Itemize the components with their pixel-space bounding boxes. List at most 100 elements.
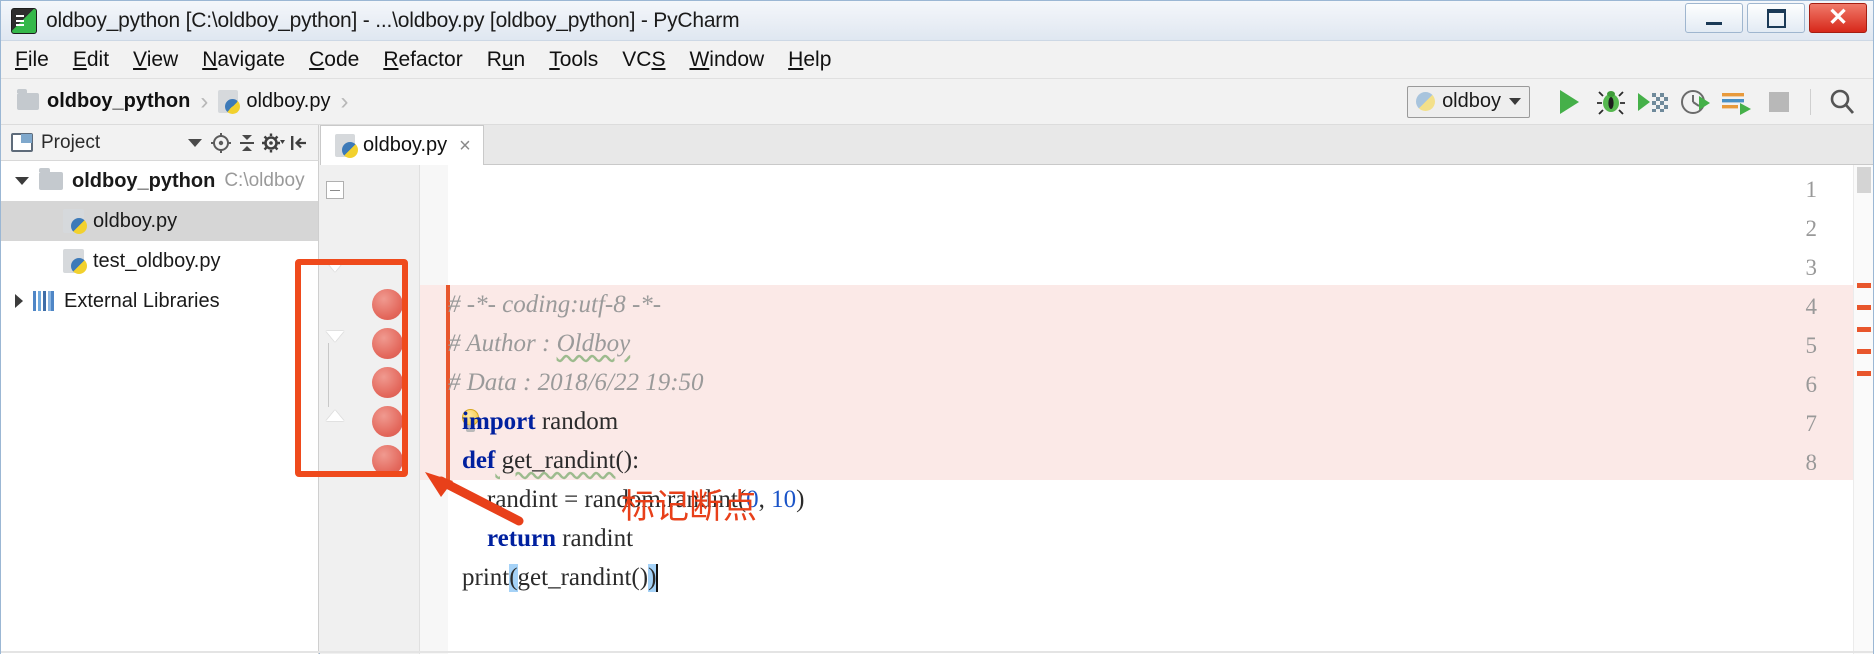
breakpoint-marker-line-7[interactable] <box>372 406 403 437</box>
code-token-keyword: import <box>462 407 536 435</box>
profile-clock-icon <box>1681 89 1710 114</box>
code-line-2: # Author : Oldboy <box>448 324 1873 363</box>
code-token: # Author : <box>448 329 557 357</box>
project-panel-title[interactable]: Project <box>41 132 100 154</box>
run-configuration-selector[interactable]: oldboy <box>1407 85 1530 118</box>
collapse-all-icon[interactable] <box>234 130 260 156</box>
menu-item-vcs[interactable]: VCS <box>622 48 665 72</box>
maximize-button[interactable] <box>1747 3 1805 33</box>
hide-panel-icon[interactable] <box>286 130 312 156</box>
tree-label: oldboy_python <box>72 169 216 192</box>
python-file-icon <box>63 249 87 274</box>
bug-icon <box>1597 90 1625 115</box>
locate-icon[interactable] <box>208 130 234 156</box>
project-tree[interactable]: oldboy_python C:\oldboy oldboy.py test_o… <box>1 161 319 654</box>
python-file-icon <box>335 134 358 158</box>
fold-marker-line-5[interactable] <box>326 331 344 343</box>
breakpoint-marker-line-5[interactable] <box>372 328 403 359</box>
callout-arrow <box>425 472 524 526</box>
run-console-button[interactable] <box>1716 84 1758 120</box>
run-button[interactable] <box>1548 84 1590 120</box>
code-line-5: def get_randint (): <box>462 441 1873 480</box>
marker-change-2[interactable] <box>1857 305 1871 310</box>
window-controls: ✕ <box>1685 1 1873 40</box>
menu-item-refactor[interactable]: Refactor <box>383 48 462 72</box>
close-button[interactable]: ✕ <box>1809 3 1867 33</box>
marker-change-1[interactable] <box>1857 283 1871 288</box>
menu-item-window[interactable]: Window <box>689 48 764 72</box>
breakpoint-marker-line-8[interactable] <box>372 445 403 476</box>
pycharm-window: oldboy_python [C:\oldboy_python] - ...\o… <box>0 0 1874 654</box>
tree-row-oldboy-py[interactable]: oldboy.py <box>1 201 318 241</box>
code-line-8: print(get_randint()) <box>462 558 1873 597</box>
run-configuration-label: oldboy <box>1442 90 1501 112</box>
breadcrumb-separator-1: › <box>200 87 209 115</box>
breadcrumb-project[interactable]: oldboy_python <box>47 90 190 113</box>
tab-oldboy-py[interactable]: oldboy.py × <box>320 125 484 165</box>
menu-item-help[interactable]: Help <box>788 48 831 72</box>
debug-button[interactable] <box>1590 84 1632 120</box>
stop-button[interactable] <box>1758 84 1800 120</box>
editor-tab-strip: oldboy.py × <box>320 125 1873 165</box>
breadcrumb-file[interactable]: oldboy.py <box>246 90 330 113</box>
tree-label: External Libraries <box>64 289 220 312</box>
code-token-typo: Oldboy <box>556 329 631 357</box>
minimize-button[interactable] <box>1685 3 1743 33</box>
code-editor[interactable]: 1 2 3 4 5 6 7 8 # -*- coding:utf-8 -*- #… <box>320 165 1873 654</box>
code-line-1: # -*- coding:utf-8 -*- <box>448 285 1873 324</box>
status-bar <box>1 651 1873 653</box>
breadcrumb-separator-2: › <box>340 87 349 115</box>
fold-marker-line-1[interactable] <box>326 181 344 199</box>
fold-region-line <box>328 343 329 407</box>
settings-gear-icon[interactable] <box>260 130 286 156</box>
marker-change-5[interactable] <box>1857 371 1871 376</box>
code-token: random <box>535 407 619 435</box>
window-title: oldboy_python [C:\oldboy_python] - ...\o… <box>46 8 740 32</box>
main-toolbar: oldboy <box>1407 84 1873 120</box>
line-number: 1 <box>1805 177 1818 202</box>
menu-item-file[interactable]: File <box>15 48 49 72</box>
tree-row-oldboy-python[interactable]: oldboy_python C:\oldboy <box>1 161 318 201</box>
code-line-4: import random <box>462 402 1873 441</box>
project-icon <box>11 133 33 152</box>
menu-item-view[interactable]: View <box>133 48 178 72</box>
code-token-bracket-close: ) <box>648 563 657 592</box>
collapse-dropdown-icon[interactable] <box>182 130 208 156</box>
text-caret <box>656 563 659 592</box>
title-bar: oldboy_python [C:\oldboy_python] - ...\o… <box>1 1 1873 41</box>
code-token: randint <box>555 524 634 552</box>
tree-row-external-libraries[interactable]: External Libraries <box>1 281 318 321</box>
breadcrumb: oldboy_python › oldboy.py › <box>17 88 358 116</box>
menu-item-run[interactable]: Run <box>487 48 526 72</box>
menu-item-navigate[interactable]: Navigate <box>202 48 285 72</box>
menu-item-tools[interactable]: Tools <box>549 48 598 72</box>
code-line-3: # Data : 2018/6/22 19:50 <box>448 363 1873 402</box>
run-coverage-button[interactable] <box>1632 84 1674 120</box>
fold-marker-end[interactable] <box>326 409 344 421</box>
code-token: # -*- coding:utf-8 -*- <box>448 290 662 318</box>
menu-item-edit[interactable]: Edit <box>73 48 109 72</box>
play-icon <box>1559 89 1579 114</box>
close-icon[interactable]: × <box>459 136 471 156</box>
fold-marker-line-3[interactable] <box>326 261 344 273</box>
breakpoint-marker-line-4[interactable] <box>372 289 403 320</box>
tree-label: oldboy.py <box>93 209 178 232</box>
chevron-right-icon[interactable] <box>15 294 23 308</box>
pycharm-icon <box>11 7 37 34</box>
profile-button[interactable] <box>1674 84 1716 120</box>
search-icon <box>1830 89 1855 114</box>
search-button[interactable] <box>1821 84 1863 120</box>
code-token: ) <box>796 485 805 513</box>
editor-scrollbar[interactable] <box>1853 165 1873 654</box>
breakpoint-marker-line-6[interactable] <box>372 367 403 398</box>
navigation-bar: oldboy_python › oldboy.py › oldboy <box>1 79 1873 125</box>
tree-row-test-oldboy-py[interactable]: test_oldboy.py <box>1 241 318 281</box>
toolbar-divider <box>1810 88 1811 115</box>
chevron-down-icon[interactable] <box>15 177 29 185</box>
scrollbar-thumb[interactable] <box>1857 167 1871 193</box>
menu-item-code[interactable]: Code <box>309 48 359 72</box>
python-file-icon <box>218 90 241 114</box>
marker-change-3[interactable] <box>1857 327 1871 332</box>
marker-change-4[interactable] <box>1857 349 1871 354</box>
coverage-icon <box>1638 92 1668 112</box>
